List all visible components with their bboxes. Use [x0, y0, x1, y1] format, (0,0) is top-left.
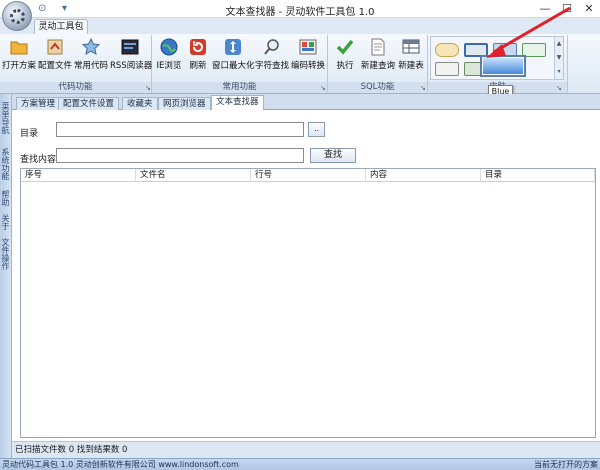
search-content-label: 查找内容	[20, 155, 57, 165]
tab-web-browser[interactable]: 网页浏览器	[158, 97, 211, 110]
refresh-button[interactable]: 刷新	[184, 37, 212, 77]
config-file-icon	[47, 39, 63, 55]
result-status-bar: 已扫描文件数 0 找到结果数 0	[12, 441, 600, 458]
ribbon-group-sql: 执行 新建查询 新建表 SQL功能	[328, 35, 428, 93]
sidebar-item-about[interactable]: 关于	[1, 214, 11, 230]
char-find-button[interactable]: 字符查找	[254, 37, 290, 77]
encoding-icon	[299, 39, 317, 55]
skin-swatch-gold[interactable]	[435, 43, 459, 57]
encoding-convert-button[interactable]: 编码转换	[290, 37, 326, 77]
tab-scheme-manage[interactable]: 方案管理	[16, 97, 61, 110]
gear-icon	[10, 9, 25, 24]
ribbon-tab-toolkit[interactable]: 灵动工具包	[34, 19, 88, 35]
group-label-code: 代码功能	[0, 82, 151, 93]
tab-config-settings[interactable]: 配置文件设置	[58, 97, 120, 110]
magnifier-icon	[264, 39, 279, 55]
new-table-icon	[402, 39, 420, 54]
search-content-input[interactable]	[56, 148, 304, 163]
maximize-window-button[interactable]: 窗口最大化	[212, 37, 255, 77]
group-launcher-common-icon[interactable]: ↘	[320, 84, 326, 92]
text-finder-panel: 目录 .. 查找内容 查找 序号 文件名 行号 内容 目录	[12, 110, 600, 441]
maximize-icon	[225, 39, 241, 55]
new-table-button[interactable]: 新建表	[396, 37, 426, 77]
app-status-bar: 灵动代码工具包 1.0 灵动创新软件有限公司 www.lindonsoft.co…	[0, 458, 600, 470]
document-tab-strip: 方案管理 配置文件设置 收藏夹 网页浏览器 文本查找器	[12, 94, 600, 111]
column-header-directory[interactable]: 目录	[481, 169, 595, 182]
group-label-common: 常用功能	[152, 82, 327, 93]
browse-button[interactable]: ..	[308, 122, 325, 137]
sidebar-item-system[interactable]: 系统功能	[1, 148, 11, 180]
sidebar-item-help[interactable]: 帮助	[1, 190, 11, 206]
sidebar-item-file-ops[interactable]: 文件操作	[1, 238, 11, 270]
directory-input[interactable]	[56, 122, 304, 137]
group-launcher-skin-icon[interactable]: ↘	[556, 84, 562, 92]
close-button[interactable]: ✕	[580, 1, 598, 16]
folder-icon	[10, 41, 28, 55]
group-label-sql: SQL功能	[328, 82, 427, 93]
tab-text-finder[interactable]: 文本查找器	[211, 95, 264, 111]
star-icon	[81, 37, 101, 55]
app-menu-button[interactable]	[2, 1, 32, 31]
tab-favorites[interactable]: 收藏夹	[122, 97, 158, 110]
results-table-header: 序号 文件名 行号 内容 目录	[21, 169, 595, 182]
search-button[interactable]: 查找	[310, 148, 356, 163]
ribbon-group-code: 打开方案 配置文件 常用代码 RSS阅读器 代码功能	[0, 35, 152, 93]
directory-label: 目录	[20, 129, 39, 139]
globe-icon	[160, 38, 178, 56]
skin-swatch-gray[interactable]	[435, 62, 459, 76]
refresh-icon	[190, 39, 206, 55]
left-sidebar: 菜单导航 系统功能 帮助 关于 文件操作	[0, 94, 12, 458]
group-launcher-code-icon[interactable]: ↘	[145, 84, 151, 92]
sidebar-item-menu-nav[interactable]: 菜单导航	[1, 102, 11, 134]
common-code-button[interactable]: 常用代码	[74, 37, 108, 77]
checkmark-icon	[336, 39, 354, 55]
results-table[interactable]: 序号 文件名 行号 内容 目录	[20, 168, 596, 438]
rss-reader-icon	[121, 39, 139, 55]
column-header-index[interactable]: 序号	[21, 169, 136, 182]
rss-reader-button[interactable]: RSS阅读器	[110, 37, 152, 77]
new-query-icon	[371, 38, 385, 56]
column-header-filename[interactable]: 文件名	[136, 169, 251, 182]
status-current-scheme: 当前无打开的方案	[534, 460, 598, 469]
execute-button[interactable]: 执行	[330, 37, 360, 77]
config-file-button[interactable]: 配置文件	[38, 37, 72, 77]
status-app-info: 灵动代码工具包 1.0 灵动创新软件有限公司 www.lindonsoft.co…	[2, 460, 239, 469]
open-scheme-button[interactable]: 打开方案	[2, 37, 36, 77]
group-launcher-sql-icon[interactable]: ↘	[420, 84, 426, 92]
ribbon-group-common: IE浏览 刷新 窗口最大化 字符查找 编码转换 常用功能	[152, 35, 328, 93]
red-arrow-icon	[486, 6, 571, 58]
new-query-button[interactable]: 新建查询	[360, 37, 396, 77]
column-header-content[interactable]: 内容	[366, 169, 481, 182]
ie-browse-button[interactable]: IE浏览	[154, 37, 184, 77]
column-header-line[interactable]: 行号	[251, 169, 366, 182]
